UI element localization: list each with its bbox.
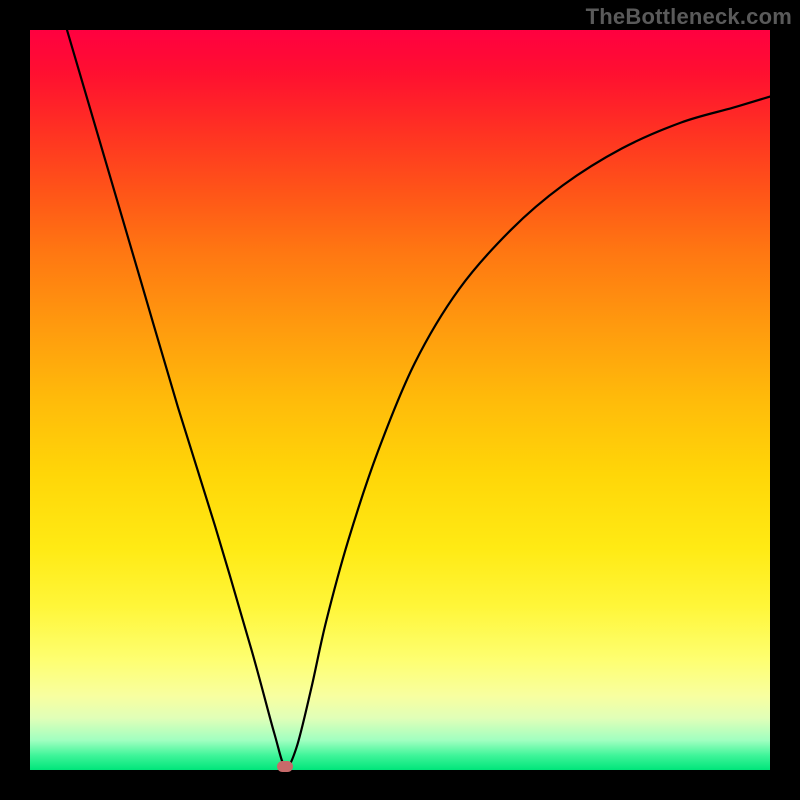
chart-frame: TheBottleneck.com	[0, 0, 800, 800]
curve-svg	[30, 30, 770, 770]
minimum-marker	[277, 761, 293, 772]
watermark-text: TheBottleneck.com	[586, 4, 792, 30]
plot-area	[30, 30, 770, 770]
bottleneck-curve	[67, 30, 770, 767]
